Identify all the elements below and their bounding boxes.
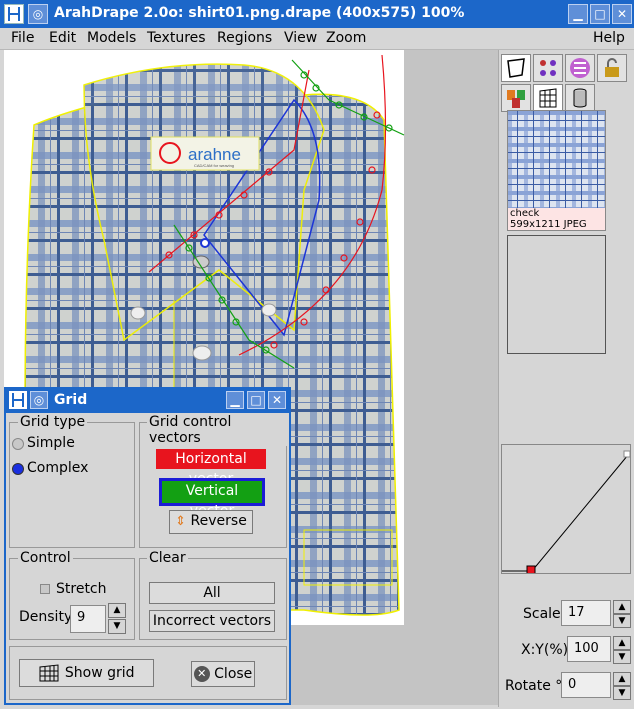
points-tool-icon[interactable]: [533, 54, 563, 82]
xy-label: X:Y(%): [521, 642, 569, 658]
lock-icon[interactable]: [597, 54, 627, 82]
rotate-up-button[interactable]: ▲: [613, 672, 631, 686]
show-grid-label: Show grid: [64, 665, 135, 681]
cylinder-tool-icon[interactable]: [565, 84, 595, 112]
reverse-button[interactable]: ⇕ Reverse: [169, 510, 253, 534]
logo-subtext: CAD/CAM for weaving: [194, 163, 234, 168]
menu-textures[interactable]: Textures: [147, 30, 206, 46]
dialog-title-bar: ◎ Grid ▁ □ ✕: [6, 389, 289, 413]
masks-tool-icon[interactable]: [501, 84, 531, 112]
rotate-input[interactable]: 0: [561, 672, 611, 698]
menu-file[interactable]: File: [11, 30, 34, 46]
scale-down-button[interactable]: ▼: [613, 614, 631, 628]
stretch-label[interactable]: Stretch: [56, 581, 107, 597]
texture-thumbnail[interactable]: check 599x1211 JPEG: [507, 110, 606, 231]
app-icon[interactable]: [4, 4, 24, 24]
simple-radio[interactable]: [12, 438, 24, 450]
horizontal-vector-button[interactable]: Horizontal vector: [154, 447, 268, 487]
close-label: Close: [214, 666, 253, 682]
scale-input[interactable]: 17: [561, 600, 611, 626]
dialog-app-icon[interactable]: [9, 391, 27, 409]
density-label: Density: [19, 609, 73, 625]
xy-down-button[interactable]: ▼: [613, 650, 631, 664]
complex-radio[interactable]: [12, 463, 24, 475]
grid-type-legend: Grid type: [18, 414, 88, 430]
reverse-icon: ⇕: [175, 514, 187, 529]
clear-legend: Clear: [147, 550, 188, 566]
dialog-title: Grid: [54, 392, 88, 408]
xy-input[interactable]: 100: [567, 636, 611, 662]
dialog-menu-icon[interactable]: ◎: [30, 391, 48, 409]
grid-dialog: ◎ Grid ▁ □ ✕ Grid type Simple Complex Gr…: [4, 387, 291, 705]
title-bar: ◎ ArahDrape 2.0o: shirt01.png.drape (400…: [0, 0, 634, 28]
dialog-minimize-button[interactable]: ▁: [226, 391, 244, 409]
menu-edit[interactable]: Edit: [49, 30, 76, 46]
menu-zoom[interactable]: Zoom: [326, 30, 366, 46]
texture-name: check: [510, 208, 540, 219]
menu-view[interactable]: View: [284, 30, 317, 46]
grid-icon: [39, 664, 59, 682]
close-circle-icon: ✕: [193, 666, 210, 682]
menu-regions[interactable]: Regions: [217, 30, 272, 46]
menu-models[interactable]: Models: [87, 30, 136, 46]
window-title: ArahDrape 2.0o: shirt01.png.drape (400x5…: [54, 5, 465, 21]
curve-editor[interactable]: [501, 444, 631, 575]
texture-slot-empty[interactable]: [507, 235, 606, 354]
show-grid-button[interactable]: Show grid: [19, 659, 154, 687]
density-input[interactable]: 9: [70, 605, 106, 633]
density-up-button[interactable]: ▲: [108, 603, 126, 618]
close-button[interactable]: ✕: [612, 4, 632, 24]
incorrect-vectors-button[interactable]: Incorrect vectors: [149, 610, 275, 632]
close-dialog-button[interactable]: ✕ Close: [191, 661, 255, 687]
pattern-tool-icon[interactable]: [565, 54, 595, 82]
right-panel: check 599x1211 JPEG Scale 17 ▲ ▼ X:Y(%) …: [498, 50, 634, 707]
dialog-maximize-button[interactable]: □: [247, 391, 265, 409]
maximize-button[interactable]: □: [590, 4, 610, 24]
texture-info: 599x1211 JPEG: [510, 219, 587, 230]
dialog-close-icon[interactable]: ✕: [268, 391, 286, 409]
menu-help[interactable]: Help: [593, 30, 625, 46]
vector-origin-handle[interactable]: [200, 238, 210, 248]
scale-up-button[interactable]: ▲: [613, 600, 631, 614]
window-menu-icon[interactable]: ◎: [28, 4, 48, 24]
clear-all-button[interactable]: All: [149, 582, 275, 604]
reverse-label: Reverse: [190, 513, 247, 529]
rotate-down-button[interactable]: ▼: [613, 686, 631, 700]
scale-label: Scale: [523, 606, 561, 622]
menu-bar: File Edit Models Textures Regions View Z…: [0, 28, 634, 50]
stretch-checkbox[interactable]: [40, 584, 50, 594]
vertical-vector-button[interactable]: Vertical vector: [159, 478, 265, 519]
grid-tool-icon[interactable]: [533, 84, 563, 112]
control-legend: Control: [18, 550, 73, 566]
logo-text: arahne: [188, 145, 241, 164]
rotate-label: Rotate °: [505, 678, 563, 694]
minimize-button[interactable]: ▁: [568, 4, 588, 24]
xy-up-button[interactable]: ▲: [613, 636, 631, 650]
simple-label[interactable]: Simple: [27, 435, 75, 451]
density-down-button[interactable]: ▼: [108, 619, 126, 634]
complex-label[interactable]: Complex: [27, 460, 88, 476]
model-tool-icon[interactable]: [501, 54, 531, 82]
vectors-legend: Grid control vectors: [147, 414, 289, 446]
